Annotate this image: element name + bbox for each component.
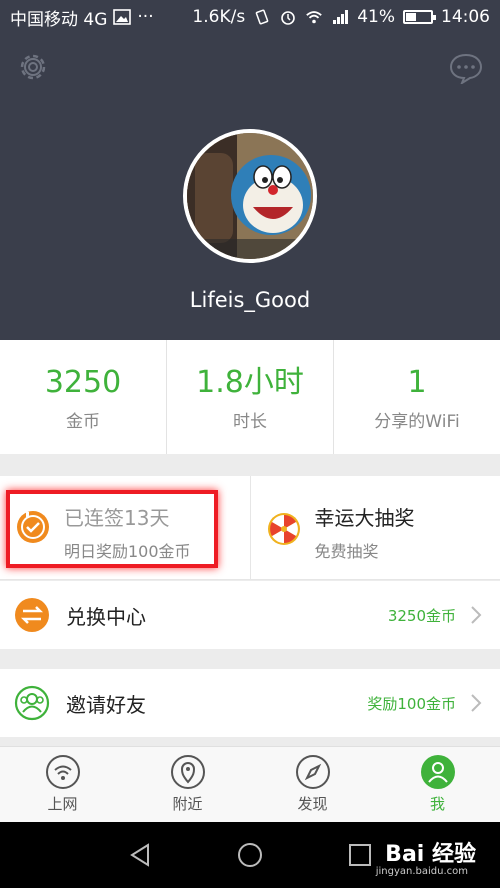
lottery-subtitle: 免费抽奖: [314, 542, 379, 561]
nav-tab-me[interactable]: 我: [375, 747, 500, 822]
avatar[interactable]: [183, 129, 317, 263]
battery-percent: 41%: [357, 7, 395, 27]
wifi-icon: [45, 755, 80, 789]
invite-friends-icon: [14, 685, 50, 721]
exchange-center-row[interactable]: 兑换中心 3250金币: [0, 581, 500, 649]
clock: 14:06: [441, 7, 490, 27]
back-triangle-icon[interactable]: [128, 842, 152, 868]
compass-icon: [295, 755, 330, 789]
home-circle-icon[interactable]: [236, 841, 264, 869]
duration-label: 时长: [233, 411, 267, 432]
profile-header: Lifeis_Good: [0, 34, 500, 340]
shared-wifi-value: 1: [407, 364, 427, 400]
nav-label-internet: 上网: [47, 795, 78, 813]
network-speed: 1.6K/s: [192, 7, 246, 27]
system-nav-bar: Bai 经验 jingyan.baidu.com: [0, 822, 500, 888]
status-bar: 中国移动 4G ··· 1.6K/s 41% 14:06: [0, 0, 500, 34]
checkin-title: 已连签13天: [64, 506, 170, 530]
user-profile-icon: [420, 755, 455, 789]
stat-shared-wifi[interactable]: 1 分享的WiFi: [334, 340, 500, 454]
username: Lifeis_Good: [189, 288, 311, 312]
invite-friends-row[interactable]: 邀请好友 奖励100金币: [0, 669, 500, 737]
stats-panel: 3250 金币 1.8小时 时长 1 分享的WiFi: [0, 340, 500, 454]
nav-label-me: 我: [429, 795, 445, 813]
image-icon: [113, 9, 132, 25]
nav-tab-internet[interactable]: 上网: [0, 747, 125, 822]
exchange-icon: [15, 598, 49, 632]
coins-value: 3250: [44, 364, 122, 400]
invite-reward: 奖励100金币: [367, 694, 456, 713]
nav-tab-discover[interactable]: 发现: [250, 747, 375, 822]
chevron-right-icon: [471, 606, 482, 624]
settings-gear-icon[interactable]: [16, 50, 50, 84]
alarm-icon: [281, 11, 296, 25]
checkin-subtitle: 明日奖励100金币: [64, 542, 191, 561]
checkin-clock-icon: [17, 511, 49, 543]
exchange-title: 兑换中心: [66, 604, 146, 629]
chevron-right-icon: [471, 694, 482, 712]
nav-label-nearby: 附近: [172, 795, 203, 813]
invite-title: 邀请好友: [66, 692, 146, 717]
coins-label: 金币: [66, 411, 100, 432]
battery-icon: [403, 10, 436, 24]
wifi-icon: [306, 11, 322, 24]
location-pin-icon: [170, 755, 205, 789]
checkin-card[interactable]: 已连签13天 明日奖励100金币: [0, 476, 250, 579]
rewards-cards: 已连签13天 明日奖励100金币 幸运大抽奖 免费抽奖: [0, 476, 500, 580]
baidu-watermark-url: jingyan.baidu.com: [375, 866, 468, 877]
lottery-card[interactable]: 幸运大抽奖 免费抽奖: [249, 476, 500, 579]
message-bubble-icon[interactable]: [448, 52, 484, 84]
stat-duration[interactable]: 1.8小时 时长: [167, 340, 334, 454]
lottery-wheel-icon: [267, 513, 300, 545]
stat-coins[interactable]: 3250 金币: [0, 340, 167, 454]
recents-square-icon[interactable]: [348, 843, 372, 867]
avatar-image: [187, 133, 313, 259]
lottery-title: 幸运大抽奖: [314, 506, 415, 530]
nav-tab-nearby[interactable]: 附近: [125, 747, 250, 822]
bottom-nav: 上网 附近 发现 我: [0, 746, 500, 822]
vibrate-icon: [255, 9, 269, 25]
nav-label-discover: 发现: [297, 795, 328, 813]
signal-icon: [333, 10, 349, 24]
more-dots: ···: [137, 7, 154, 27]
baidu-watermark-brand: Bai 经验: [385, 842, 476, 867]
duration-value: 1.8小时: [196, 364, 304, 400]
shared-wifi-label: 分享的WiFi: [374, 411, 460, 432]
exchange-coins: 3250金币: [387, 606, 456, 625]
carrier-label: 中国移动 4G: [10, 9, 108, 30]
